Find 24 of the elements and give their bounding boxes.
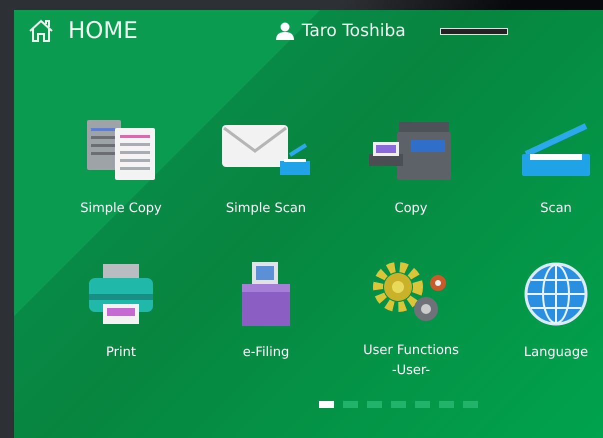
copier-icon xyxy=(369,120,453,180)
function-tile[interactable]: Simple Scan xyxy=(206,107,326,237)
page-indicator[interactable] xyxy=(367,401,382,408)
function-tile[interactable]: Copy xyxy=(351,107,471,237)
status-indicator xyxy=(440,28,508,34)
scanner-icon xyxy=(520,122,592,178)
function-tile[interactable]: Scan xyxy=(509,107,603,237)
function-tile[interactable]: Language xyxy=(509,251,603,381)
globe-icon xyxy=(524,262,588,326)
page-indicator[interactable] xyxy=(319,401,334,408)
home-icon[interactable] xyxy=(28,19,54,43)
page-indicator[interactable] xyxy=(415,401,430,408)
page-indicator[interactable] xyxy=(343,401,358,408)
page-indicator[interactable] xyxy=(391,401,406,408)
function-tile[interactable]: User Functions -User- xyxy=(351,251,471,381)
page-indicator[interactable] xyxy=(439,401,454,408)
function-tile[interactable]: e-Filing xyxy=(206,251,326,381)
function-tile[interactable]: Print xyxy=(61,251,181,381)
user-name: Taro Toshiba xyxy=(302,21,406,41)
page-indicator[interactable] xyxy=(463,401,478,408)
function-tile[interactable]: Simple Copy xyxy=(61,107,181,237)
user-icon xyxy=(276,22,294,40)
documents-icon xyxy=(85,120,157,180)
home-title: HOME xyxy=(68,18,138,44)
